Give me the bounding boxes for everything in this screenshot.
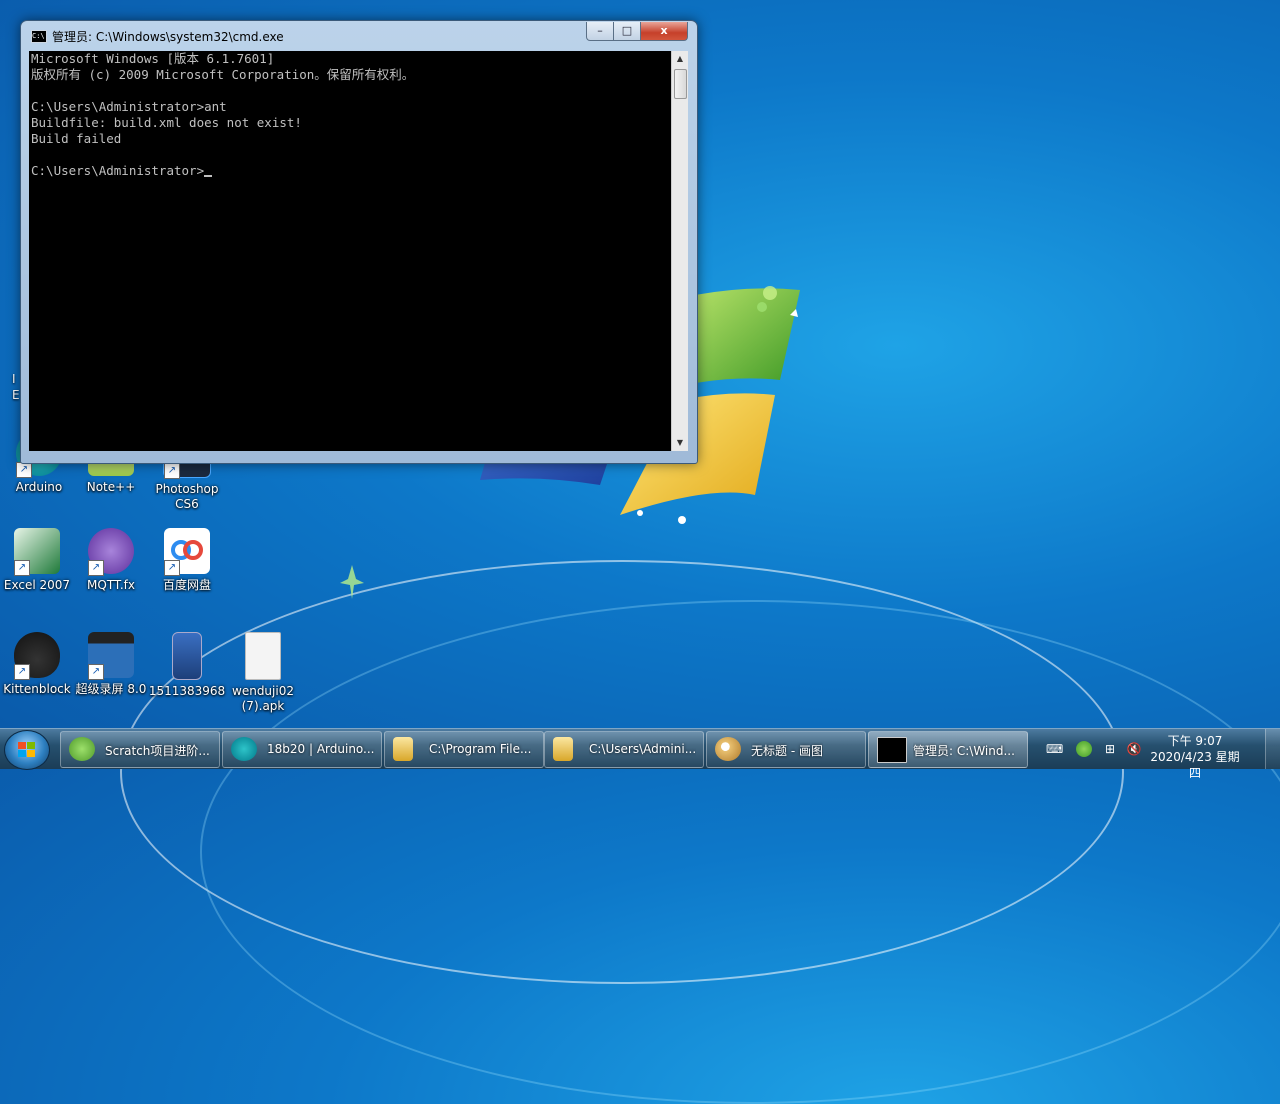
arduino-icon (231, 737, 257, 761)
cmd-window[interactable]: C:\ 管理员: C:\Windows\system32\cmd.exe – □… (20, 20, 698, 464)
taskbar-item-program-files[interactable]: C:\Program File... (384, 731, 544, 768)
folder-icon (393, 737, 413, 761)
desktop-icon-screen-recorder[interactable]: ↗ 超级录屏 8.0 (72, 632, 150, 697)
taskbar-item-label: 18b20 | Arduino... (267, 742, 375, 756)
console-line: 版权所有 (c) 2009 Microsoft Corporation。保留所有… (31, 67, 415, 82)
console-line: Buildfile: build.xml does not exist! (31, 115, 302, 130)
taskbar-item-paint[interactable]: 无标题 - 画图 (706, 731, 866, 768)
console-output[interactable]: Microsoft Windows [版本 6.1.7601] 版权所有 (c)… (29, 51, 671, 451)
paint-palette-icon (715, 737, 741, 761)
close-button[interactable]: x (640, 22, 688, 41)
console-line: C:\Users\Administrator>ant (31, 99, 227, 114)
baidu-netdisk-icon: ↗ (164, 528, 210, 576)
taskbar-item-label: Scratch项目进阶... (105, 744, 210, 758)
desktop-icon-label: Note++ (86, 480, 136, 494)
windows-flag-icon (18, 742, 35, 757)
taskbar-item-label: C:\Users\Admini... (589, 742, 697, 756)
text-cursor (204, 175, 213, 177)
scrollbar-thumb[interactable] (674, 69, 687, 99)
desktop-icon-mqttfx[interactable]: ↗ MQTT.fx (72, 528, 150, 593)
mqtt-icon: ↗ (88, 528, 134, 576)
show-desktop-button[interactable] (1265, 729, 1280, 769)
image-thumbnail-icon (172, 632, 202, 680)
desktop-icon-excel[interactable]: ↗ Excel 2007 (0, 528, 76, 593)
desktop-icon-label: wenduji02 (7).apk (232, 684, 294, 713)
cmd-icon (877, 737, 907, 763)
console-prompt-line[interactable]: C:\Users\Administrator> (29, 163, 671, 179)
network-icon[interactable]: ⊞ (1102, 741, 1118, 757)
desktop-icon-image-file[interactable]: 1511383968 (148, 632, 226, 699)
scroll-down-arrow-icon[interactable]: ▼ (672, 435, 688, 451)
clapperboard-icon: ↗ (88, 632, 134, 680)
taskbar-item-users-folder[interactable]: C:\Users\Admini... (544, 731, 704, 768)
desktop-icon-label: Kittenblock (3, 682, 71, 696)
excel-icon: ↗ (14, 528, 60, 576)
taskbar-item-arduino[interactable]: 18b20 | Arduino... (222, 731, 382, 768)
vertical-scrollbar[interactable]: ▲ ▼ (671, 51, 688, 451)
shortcut-arrow-icon: ↗ (14, 664, 30, 680)
folder-icon (553, 737, 573, 761)
console-line: Microsoft Windows [版本 6.1.7601] (31, 51, 275, 66)
cmd-icon: C:\ (31, 30, 47, 43)
desktop-icon-label: Excel 2007 (3, 578, 71, 592)
desktop-icon-label: 百度网盘 (162, 578, 211, 592)
desktop-icon-label: Arduino (15, 480, 63, 494)
shortcut-arrow-icon: ↗ (88, 560, 104, 576)
desktop-icon-label: 超级录屏 8.0 (75, 682, 147, 696)
blank-file-icon (245, 632, 281, 680)
system-tray: ⌨ ⊞ 🔇 下午 9:07 2020/4/23 星期四 (1030, 729, 1280, 780)
tray-app-icon[interactable] (1076, 741, 1092, 757)
desktop-icon-label: 1511383968 (148, 684, 226, 698)
shortcut-arrow-icon: ↗ (14, 560, 30, 576)
leaf-decoration (340, 565, 364, 599)
taskbar-item-scratch[interactable]: Scratch项目进阶... (60, 731, 220, 768)
window-titlebar[interactable]: C:\ 管理员: C:\Windows\system32\cmd.exe – □… (21, 21, 697, 49)
minimize-button[interactable]: – (586, 22, 614, 41)
desktop-icon-label: Photoshop CS6 (155, 482, 219, 511)
shortcut-arrow-icon: ↗ (164, 463, 180, 479)
clock[interactable]: 下午 9:07 2020/4/23 星期四 (1145, 733, 1245, 781)
start-button[interactable] (4, 730, 50, 770)
console-prompt: C:\Users\Administrator> (31, 163, 205, 178)
taskbar: Scratch项目进阶... 18b20 | Arduino... C:\Pro… (0, 728, 1280, 780)
keyboard-icon[interactable]: ⌨ (1046, 741, 1063, 757)
shortcut-arrow-icon: ↗ (164, 560, 180, 576)
taskbar-item-label: 管理员: C:\Wind... (913, 744, 1015, 758)
clock-date: 2020/4/23 星期四 (1150, 750, 1240, 780)
taskbar-item-label: C:\Program File... (429, 742, 532, 756)
scroll-up-arrow-icon[interactable]: ▲ (672, 51, 688, 67)
kittenblock-cat-icon: ↗ (14, 632, 60, 680)
partial-desktop-icon-text[interactable]: I E (12, 371, 20, 403)
desktop-icon-label: MQTT.fx (87, 578, 135, 592)
console-line: Build failed (31, 131, 122, 146)
maximize-button[interactable]: □ (613, 22, 641, 41)
taskbar-item-cmd[interactable]: 管理员: C:\Wind... (868, 731, 1028, 768)
shortcut-arrow-icon: ↗ (16, 462, 32, 478)
scratch-icon (69, 737, 95, 761)
clock-time: 下午 9:07 (1167, 734, 1223, 748)
desktop-icon-kittenblock[interactable]: ↗ Kittenblock (0, 632, 76, 697)
desktop-icon-baidu-netdisk[interactable]: ↗ 百度网盘 (148, 528, 226, 593)
shortcut-arrow-icon: ↗ (88, 664, 104, 680)
volume-muted-icon[interactable]: 🔇 (1126, 741, 1142, 757)
window-title: 管理员: C:\Windows\system32\cmd.exe (52, 30, 284, 44)
taskbar-item-label: 无标题 - 画图 (751, 744, 823, 758)
desktop-icon-apk-file[interactable]: wenduji02 (7).apk (224, 632, 302, 714)
